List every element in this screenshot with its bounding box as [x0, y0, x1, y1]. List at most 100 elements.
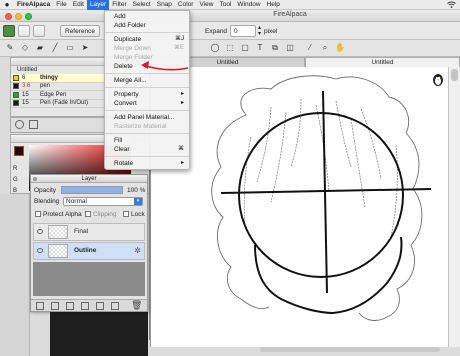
menu-item-duplicate[interactable]: Duplicate ⌘J: [105, 35, 189, 44]
canvas-horizontal-scrollbar[interactable]: [260, 347, 440, 352]
app-tool-icon[interactable]: [3, 25, 15, 37]
menu-item-rasterize-material[interactable]: Rasterize Material: [105, 122, 189, 131]
visibility-eye-icon[interactable]: [37, 229, 43, 234]
tab-untitled-2[interactable]: Untitled: [305, 57, 460, 67]
protect-alpha-label: Protect Alpha: [43, 211, 82, 218]
gear-icon[interactable]: ✲: [134, 246, 141, 255]
menu-item-add-panel-material[interactable]: Add Panel Material...: [105, 113, 189, 122]
navigator-preview: [50, 312, 148, 356]
menu-item-label: Add: [114, 13, 126, 20]
menu-item-fill[interactable]: Fill: [105, 136, 189, 145]
layer-menu-dropdown: Add Add Folder Duplicate ⌘J Merge Down ⌘E …: [104, 10, 190, 170]
layer-row-outline[interactable]: Outline ✲: [33, 242, 145, 260]
menu-item-add[interactable]: Add: [105, 12, 189, 21]
menu-filter[interactable]: Filter: [109, 0, 129, 10]
blending-value: Normal: [66, 198, 87, 205]
menu-separator: [105, 133, 189, 134]
apple-icon[interactable]: ●: [0, 0, 14, 9]
rect-select-tool-icon[interactable]: ▢: [240, 43, 250, 53]
menu-item-add-folder[interactable]: Add Folder: [105, 21, 189, 30]
menu-edit[interactable]: Edit: [70, 0, 87, 10]
eyedropper-tool-icon[interactable]: ⁄: [305, 43, 315, 53]
layer-row-final[interactable]: Final: [33, 223, 145, 241]
menu-item-clear[interactable]: Clear ⌘: [105, 145, 189, 154]
tools-toolbar: ✎ ◇ ▰ ╱ ▭ ➤ ◯ ⬚ ▢ T ⧉ ◫ ⁄ ⌕ ✋: [0, 40, 460, 57]
drawing-canvas[interactable]: [150, 67, 448, 347]
layer-name: Final: [74, 228, 89, 235]
duplicate-layer-icon[interactable]: [66, 302, 74, 310]
menu-item-merge-all[interactable]: Merge All...: [105, 76, 189, 85]
brush-color-swatch: [13, 100, 19, 107]
clear-layer-icon[interactable]: [96, 302, 104, 310]
layer-property-icon[interactable]: [111, 302, 119, 310]
brush-size: 15: [22, 91, 29, 98]
menu-item-label: Convert: [114, 100, 137, 107]
menu-item-merge-down[interactable]: Merge Down ⌘E: [105, 44, 189, 53]
expand-stepper[interactable]: ▴ ▾: [258, 25, 261, 37]
hand-tool-icon[interactable]: ✋: [335, 43, 345, 53]
menu-tool[interactable]: Tool: [216, 0, 234, 10]
brush-settings-icon[interactable]: [15, 120, 24, 129]
panel-tool-icon[interactable]: ◫: [285, 43, 295, 53]
add-brush-icon[interactable]: [29, 120, 38, 129]
canvas-vertical-scrollbar[interactable]: [448, 67, 460, 347]
zoom-tool-icon[interactable]: ⌕: [320, 43, 330, 53]
fill-tool-icon[interactable]: ▰: [35, 43, 45, 53]
trash-icon[interactable]: 🗑: [131, 300, 142, 311]
menu-file[interactable]: File: [53, 0, 69, 10]
reference-button[interactable]: Reference: [60, 25, 100, 37]
lasso-tool-icon[interactable]: ◯: [210, 43, 220, 53]
menu-separator: [105, 87, 189, 88]
clipping-checkbox[interactable]: Clipping: [85, 211, 117, 218]
brush-color-swatch: [13, 91, 19, 98]
menu-color[interactable]: Color: [175, 0, 197, 10]
tool-icon-a[interactable]: [18, 25, 30, 37]
menu-select[interactable]: Select: [130, 0, 154, 10]
zoom-window-button[interactable]: [25, 13, 32, 20]
close-window-button[interactable]: [5, 13, 12, 20]
menu-item-label: Clear: [114, 146, 130, 153]
lock-checkbox[interactable]: Lock: [123, 211, 145, 218]
close-panel-icon[interactable]: [33, 177, 37, 181]
blending-row: Blending Normal ▾: [31, 196, 147, 207]
text-tool-icon[interactable]: T: [255, 43, 265, 53]
wifi-icon[interactable]: [447, 1, 456, 10]
blending-label: Blending: [34, 198, 60, 205]
move-tool-icon[interactable]: ➤: [80, 43, 90, 53]
menu-view[interactable]: View: [196, 0, 216, 10]
document-tabs: Untitled Untitled: [150, 57, 460, 67]
layer-panel: Layer Opacity 100 % Blending Normal ▾ Pr…: [30, 174, 148, 312]
expand-input[interactable]: 0: [230, 25, 256, 37]
minimize-window-button[interactable]: [15, 13, 22, 20]
menu-item-label: Delete: [114, 63, 133, 70]
foreground-color-swatch[interactable]: [14, 146, 24, 156]
visibility-eye-icon[interactable]: [37, 248, 43, 253]
new-layer-icon[interactable]: [36, 302, 44, 310]
new-folder-icon[interactable]: [51, 302, 59, 310]
pen-tool-icon[interactable]: ✎: [5, 43, 15, 53]
menu-item-rotate[interactable]: Rotate ▸: [105, 159, 189, 168]
select-tool-icon[interactable]: ⬚: [225, 43, 235, 53]
tool-icon-b[interactable]: [33, 25, 45, 37]
menu-window[interactable]: Window: [234, 0, 263, 10]
menu-help[interactable]: Help: [264, 0, 283, 10]
menu-layer[interactable]: Layer: [86, 0, 110, 10]
frame-tool-icon[interactable]: ⧉: [270, 43, 280, 53]
menu-item-label: Merge All...: [114, 77, 147, 84]
scrollbar-thumb[interactable]: [451, 69, 458, 81]
brush-tool-icon[interactable]: ╱: [50, 43, 60, 53]
opacity-row: Opacity 100 %: [31, 185, 147, 196]
protect-alpha-checkbox[interactable]: Protect Alpha: [35, 211, 82, 218]
merge-layer-icon[interactable]: [81, 302, 89, 310]
submenu-arrow-icon: ▸: [180, 91, 184, 97]
shape-tool-icon[interactable]: ▭: [65, 43, 75, 53]
sketch-drawing: [211, 75, 432, 321]
menu-snap[interactable]: Snap: [154, 0, 175, 10]
eraser-tool-icon[interactable]: ◇: [20, 43, 30, 53]
menu-item-property[interactable]: Property ▸: [105, 90, 189, 99]
blending-select[interactable]: Normal ▾: [63, 197, 143, 206]
opacity-value: 100 %: [127, 187, 146, 194]
opacity-slider[interactable]: [61, 186, 123, 194]
menu-firealpaca[interactable]: FireAlpaca: [14, 0, 53, 10]
menu-item-convert[interactable]: Convert ▸: [105, 99, 189, 108]
